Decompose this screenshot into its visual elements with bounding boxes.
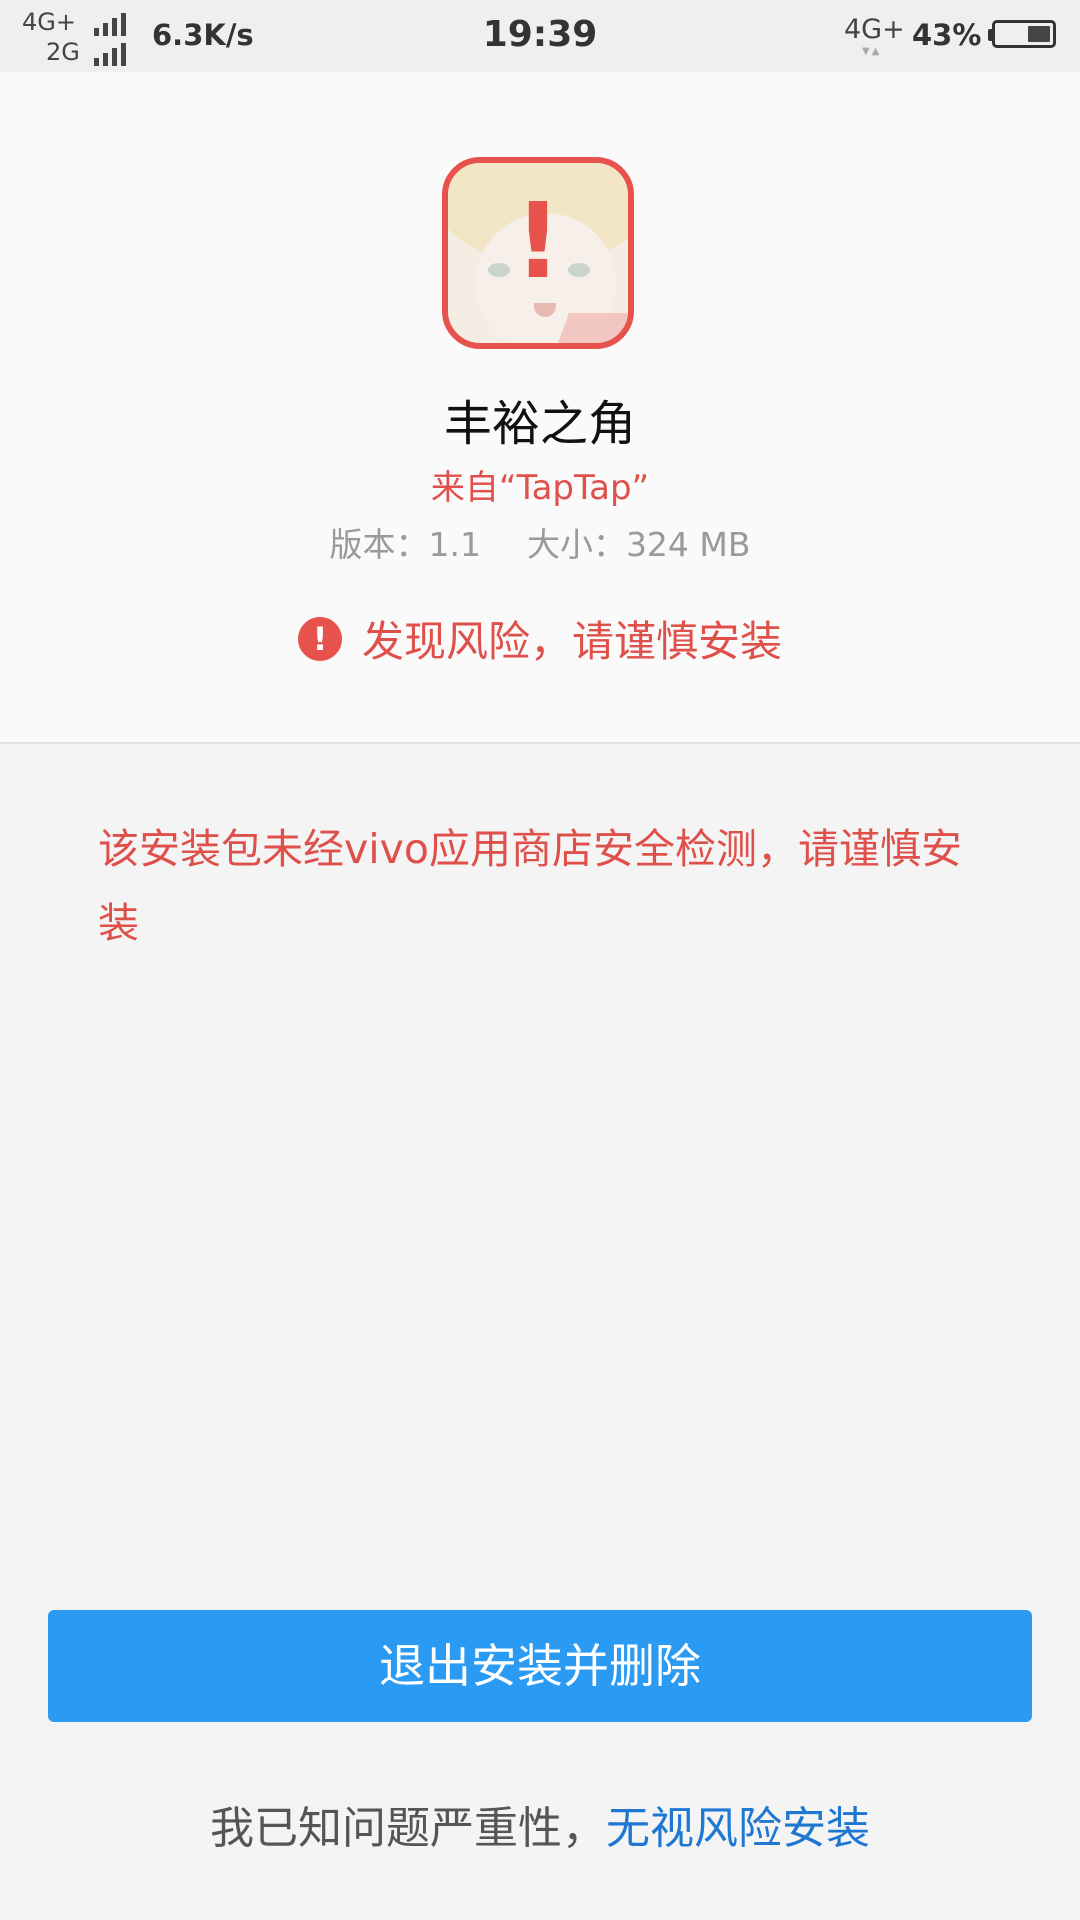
ignore-risk-line: 我已知问题严重性，无视风险安装 [0,1792,1080,1856]
risk-description: 该安装包未经vivo应用商店安全检测，请谨慎安装 [98,825,963,947]
app-info-card: ! 丰裕之角 来自“TapTap” 版本：1.1 大小：324 MB ! 发现风险，… [0,72,1080,744]
acknowledge-text: 我已知问题严重性， [210,1803,606,1854]
battery-percent: 43% [912,18,982,52]
status-bar: 4G+ 2G 6.3K/s 19:39 4G+ ▼▲ 43% [0,0,1080,72]
app-name: 丰裕之角 [443,396,636,452]
warning-badge-icon: ! [514,180,562,302]
app-source: 来自“TapTap” [430,468,650,508]
data-activity-icon: ▼▲ [862,46,882,57]
risk-title: 发现风险，请谨慎安装 [361,617,782,666]
app-meta: 版本：1.1 大小：324 MB [0,518,1080,566]
battery-icon [988,20,1060,52]
app-icon: ! [442,157,634,349]
battery-fill [1028,26,1050,42]
risk-banner: ! 发现风险，请谨慎安装 [0,608,1080,668]
data-network-label: 4G+ [844,14,905,45]
app-version: 版本：1.1 [329,525,481,564]
exit-and-delete-button[interactable]: 退出安装并删除 [48,1610,1032,1722]
alert-icon: ! [297,616,342,661]
ignore-risk-install-link[interactable]: 无视风险安装 [606,1803,870,1854]
app-size: 大小：324 MB [526,525,751,564]
